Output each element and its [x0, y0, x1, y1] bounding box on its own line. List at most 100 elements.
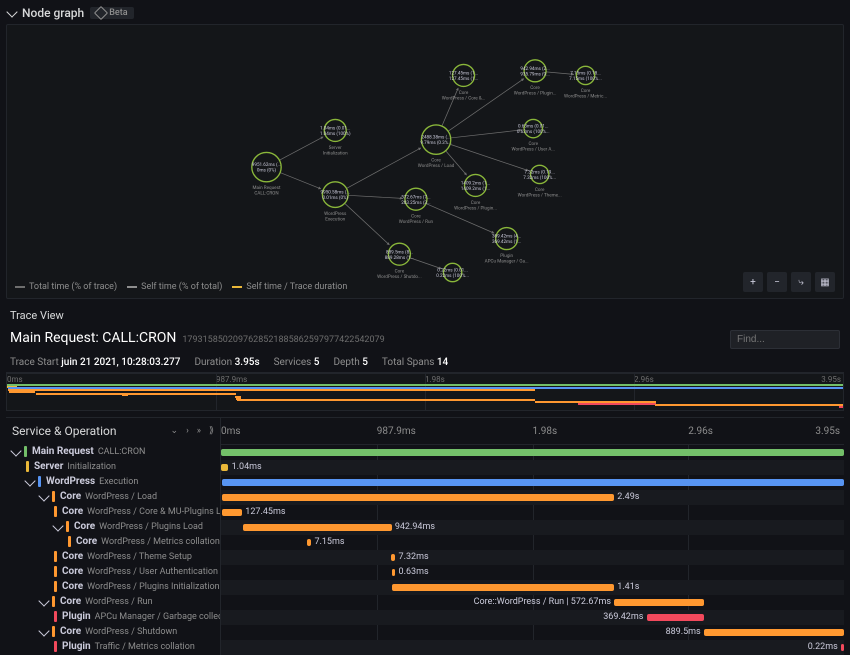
- span-bar[interactable]: [221, 464, 228, 471]
- service-row[interactable]: CoreWordPress / Load: [6, 489, 220, 504]
- trace-meta-item: Trace Start juin 21 2021, 10:28:03.277: [10, 357, 180, 368]
- graph-node[interactable]: 127.45ms (1... 127.45ms (1... Core WordP…: [442, 64, 486, 101]
- service-row[interactable]: ServerInitialization: [6, 459, 220, 474]
- graph-node[interactable]: 1.04ms (0.01... 1.04ms (100%) Server Ini…: [320, 119, 351, 156]
- zoom-in-icon[interactable]: +: [743, 272, 763, 292]
- span-row[interactable]: 127.45ms: [221, 505, 844, 520]
- minimap-tick: 1.98s: [425, 375, 445, 384]
- service-row[interactable]: WordPressExecution: [6, 474, 220, 489]
- service-row[interactable]: Main RequestCALL:CRON: [6, 444, 220, 459]
- grid-layout-icon[interactable]: ▦: [815, 272, 835, 292]
- span-row[interactable]: 369.42ms: [221, 610, 844, 625]
- span-row[interactable]: 942.94ms: [221, 520, 844, 535]
- service-row[interactable]: CoreWordPress / User Authentication: [6, 564, 220, 579]
- service-row[interactable]: CoreWordPress / Metrics collation: [6, 534, 220, 549]
- graph-node[interactable]: 2488.38ms (... 9.79ms (0.3%... Core Word…: [418, 125, 455, 169]
- span-row[interactable]: [221, 475, 844, 490]
- span-row[interactable]: 0.22ms: [221, 640, 844, 655]
- graph-edge: [347, 148, 421, 189]
- service-row[interactable]: CoreWordPress / Run: [6, 594, 220, 609]
- span-row[interactable]: 0.63ms: [221, 565, 844, 580]
- minimap-span: [655, 404, 843, 406]
- zoom-out-icon[interactable]: −: [767, 272, 787, 292]
- span-row[interactable]: [221, 445, 844, 460]
- minimap[interactable]: 0ms987.9ms1.98s2.96s3.95s: [6, 373, 844, 411]
- span-row[interactable]: 1.41s: [221, 580, 844, 595]
- graph-edge: [345, 203, 390, 244]
- graph-node[interactable]: 0.22ms (0.01... 0.22ms (100%...: [436, 263, 469, 281]
- service-row[interactable]: CoreWordPress / Plugins Initialization: [6, 579, 220, 594]
- service-row[interactable]: CoreWordPress / Core & MU-Plugins Load: [6, 504, 220, 519]
- node-graph-panel[interactable]: 9951.62ms (... 0ms (0%) Main Request CAL…: [6, 24, 844, 299]
- beta-badge: Beta: [90, 7, 133, 19]
- collapse-all-icon[interactable]: ⌄: [171, 426, 179, 436]
- service-row[interactable]: CoreWordPress / Plugins Load: [6, 519, 220, 534]
- svg-text:WordPress / Plugin...: WordPress / Plugin...: [514, 91, 557, 97]
- caret-down-icon[interactable]: [10, 445, 21, 456]
- span-bar[interactable]: [391, 554, 395, 561]
- graph-node[interactable]: 889.5ms (8... 889.28ms (1... Core WordPr…: [377, 243, 421, 280]
- span-label: 2.49s: [617, 492, 639, 502]
- minimap-span: [578, 403, 656, 405]
- svg-text:Initialization: Initialization: [323, 150, 348, 156]
- span-bar[interactable]: [614, 599, 704, 606]
- service-color-tick: [54, 611, 57, 622]
- service-color-tick: [52, 626, 55, 637]
- search-input[interactable]: [730, 330, 840, 349]
- minimap-tick: 2.96s: [634, 375, 654, 384]
- trace-view-title: Trace View: [6, 305, 844, 328]
- caret-down-icon[interactable]: [52, 520, 63, 531]
- span-row[interactable]: 7.15ms: [221, 535, 844, 550]
- service-row[interactable]: CoreWordPress / Shutdown: [6, 624, 220, 639]
- span-bar[interactable]: [392, 569, 396, 576]
- span-bar[interactable]: [222, 479, 844, 486]
- span-row[interactable]: 2.49s: [221, 490, 844, 505]
- caret-down-icon[interactable]: [24, 475, 35, 486]
- span-bar[interactable]: [243, 524, 392, 531]
- svg-text:Core: Core: [528, 141, 538, 147]
- graph-node[interactable]: 7.15ms (0.18... 7.15ms (100%... Core Wor…: [564, 66, 607, 99]
- trace-meta-item: Total Spans 14: [382, 357, 448, 368]
- graph-edge: [279, 137, 323, 160]
- span-row[interactable]: Core::WordPress / Run | 572.67ms: [221, 595, 844, 610]
- service-color-tick: [54, 641, 57, 652]
- span-row[interactable]: 7.32ms: [221, 550, 844, 565]
- span-bar[interactable]: [222, 509, 242, 516]
- span-bar[interactable]: [392, 584, 614, 591]
- tree-layout-icon[interactable]: ⤷: [791, 272, 811, 292]
- minimap-span: [8, 389, 535, 391]
- span-bar[interactable]: [307, 539, 311, 546]
- expand-all-icon[interactable]: ⟫: [209, 426, 214, 436]
- span-bar[interactable]: [222, 494, 614, 501]
- service-row[interactable]: CoreWordPress / Theme Setup: [6, 549, 220, 564]
- service-row[interactable]: PluginAPCu Manager / Garbage collection: [6, 609, 220, 624]
- graph-node[interactable]: 1409.2ms (1... 1409.2ms (1... Core WordP…: [454, 174, 497, 211]
- service-color-tick: [52, 491, 55, 502]
- span-row[interactable]: 1.04ms: [221, 460, 844, 475]
- expand-one-icon[interactable]: ›: [186, 426, 189, 436]
- graph-node[interactable]: 9951.62ms (... 0ms (0%) Main Request CAL…: [252, 152, 281, 196]
- graph-edge: [446, 151, 467, 175]
- collapse-one-icon[interactable]: »: [197, 426, 201, 436]
- caret-down-icon[interactable]: [38, 490, 49, 501]
- caret-down-icon[interactable]: [38, 595, 49, 606]
- span-bar[interactable]: [647, 614, 705, 621]
- span-bar[interactable]: [841, 644, 844, 651]
- service-color-tick: [68, 536, 71, 547]
- span-bar[interactable]: [221, 449, 844, 456]
- graph-node[interactable]: 7.32ms (0.19... 7.32ms (100%... Core Wor…: [518, 165, 562, 198]
- graph-node[interactable]: 942.94ms (2... 935.79ms (9... Core WordP…: [514, 60, 557, 97]
- graph-node[interactable]: 9950.58ms (... 0.01ms (0%) WordPress Exe…: [321, 182, 350, 223]
- svg-text:Execution: Execution: [325, 216, 345, 222]
- graph-node[interactable]: 0.63ms (0.01... 0.63ms (100%... Core Wor…: [512, 119, 555, 152]
- legend-item: Self time (% of total): [127, 282, 222, 292]
- graph-node[interactable]: 572.67ms (7... 203.25ms (3... Core WordP…: [399, 188, 434, 225]
- span-label: 0.22ms: [808, 642, 838, 652]
- graph-node[interactable]: 369.42ms (4... 369.42ms (1... Plugin APC…: [485, 228, 529, 265]
- graph-edge: [442, 88, 458, 126]
- svg-text:WordPress / Load: WordPress / Load: [418, 163, 455, 169]
- service-row[interactable]: PluginTraffic / Metrics collation: [6, 639, 220, 654]
- trace-meta: Trace Start juin 21 2021, 10:28:03.277Du…: [6, 357, 844, 373]
- chevron-down-icon[interactable]: [6, 6, 17, 17]
- caret-down-icon[interactable]: [38, 625, 49, 636]
